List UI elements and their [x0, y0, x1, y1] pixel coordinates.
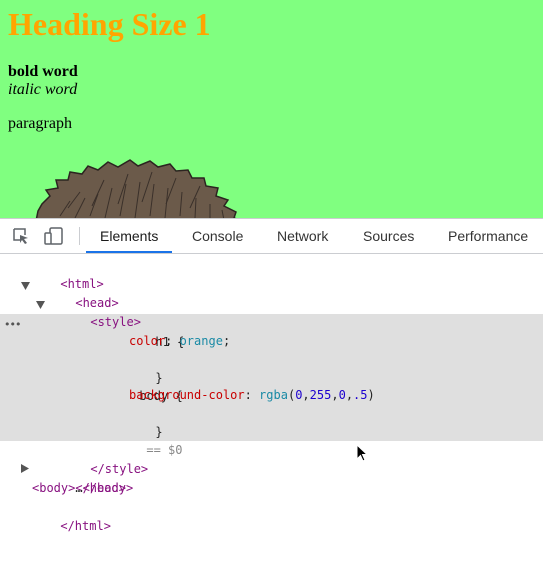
- css-line-h1-selector[interactable]: h1 {: [112, 314, 184, 349]
- rgba-green: 255: [309, 388, 332, 402]
- selected-node-marker: == $0: [103, 422, 182, 457]
- html-close-tag: </html>: [60, 519, 111, 533]
- rendered-page: Heading Size 1 bold word italic word par…: [0, 0, 543, 218]
- css-line-close-brace: }: [112, 404, 162, 439]
- body-close-tag: </body>: [82, 481, 134, 495]
- dollar-zero-marker: == $0: [146, 443, 183, 457]
- expand-triangle-icon[interactable]: [21, 282, 30, 290]
- bold-text: bold word: [8, 63, 78, 80]
- tab-elements[interactable]: Elements: [86, 219, 173, 253]
- css-line-body-declaration[interactable]: background-color: rgba(0,255,0,.5): [129, 386, 375, 405]
- tree-line-style-open[interactable]: <style>: [47, 294, 141, 329]
- css-function: rgba: [259, 388, 288, 402]
- tab-sources[interactable]: Sources: [363, 219, 414, 253]
- css-property: background-color: [129, 388, 245, 402]
- body-ellipsis: …: [75, 481, 83, 495]
- rgba-blue: 0: [338, 388, 346, 402]
- tree-line-head-close[interactable]: </head>: [32, 460, 126, 495]
- css-line-close-brace: }: [112, 350, 162, 385]
- body-open-tag: <body>: [32, 481, 76, 495]
- tree-line-style-close[interactable]: </style>: [47, 441, 148, 476]
- devtools-toolbar: Elements Console Network Sources Perform…: [0, 219, 543, 254]
- mouse-cursor-icon: [356, 444, 368, 462]
- tab-performance[interactable]: Performance: [448, 219, 528, 253]
- toolbar-separator: [79, 227, 80, 245]
- rgba-alpha: .5: [353, 388, 368, 402]
- selected-node-highlight: [0, 314, 543, 441]
- hedgehog-image: [35, 159, 237, 218]
- tab-console[interactable]: Console: [192, 219, 243, 253]
- tree-line-html-open[interactable]: <html>: [17, 256, 103, 291]
- tree-line-html-close[interactable]: </html>: [17, 498, 111, 533]
- paragraph-text: paragraph: [8, 115, 72, 132]
- css-property: color: [129, 334, 166, 348]
- collapse-triangle-icon[interactable]: [21, 464, 29, 473]
- more-options-icon[interactable]: •••: [4, 318, 21, 331]
- css-line-h1-declaration[interactable]: color: orange;: [129, 332, 230, 351]
- css-value: orange: [179, 334, 223, 348]
- tree-line-body[interactable]: <body>…</body>: [32, 479, 133, 498]
- tab-network[interactable]: Network: [277, 219, 328, 253]
- expand-triangle-icon[interactable]: [36, 301, 45, 309]
- italic-text: italic word: [8, 81, 78, 98]
- css-line-body-selector[interactable]: body {: [96, 368, 182, 403]
- inspect-element-icon[interactable]: [12, 227, 30, 245]
- devtools-panel: Elements Console Network Sources Perform…: [0, 218, 543, 562]
- tree-line-head-open[interactable]: <head>: [32, 275, 118, 310]
- page-heading: Heading Size 1: [8, 6, 211, 42]
- device-toolbar-icon[interactable]: [44, 227, 64, 245]
